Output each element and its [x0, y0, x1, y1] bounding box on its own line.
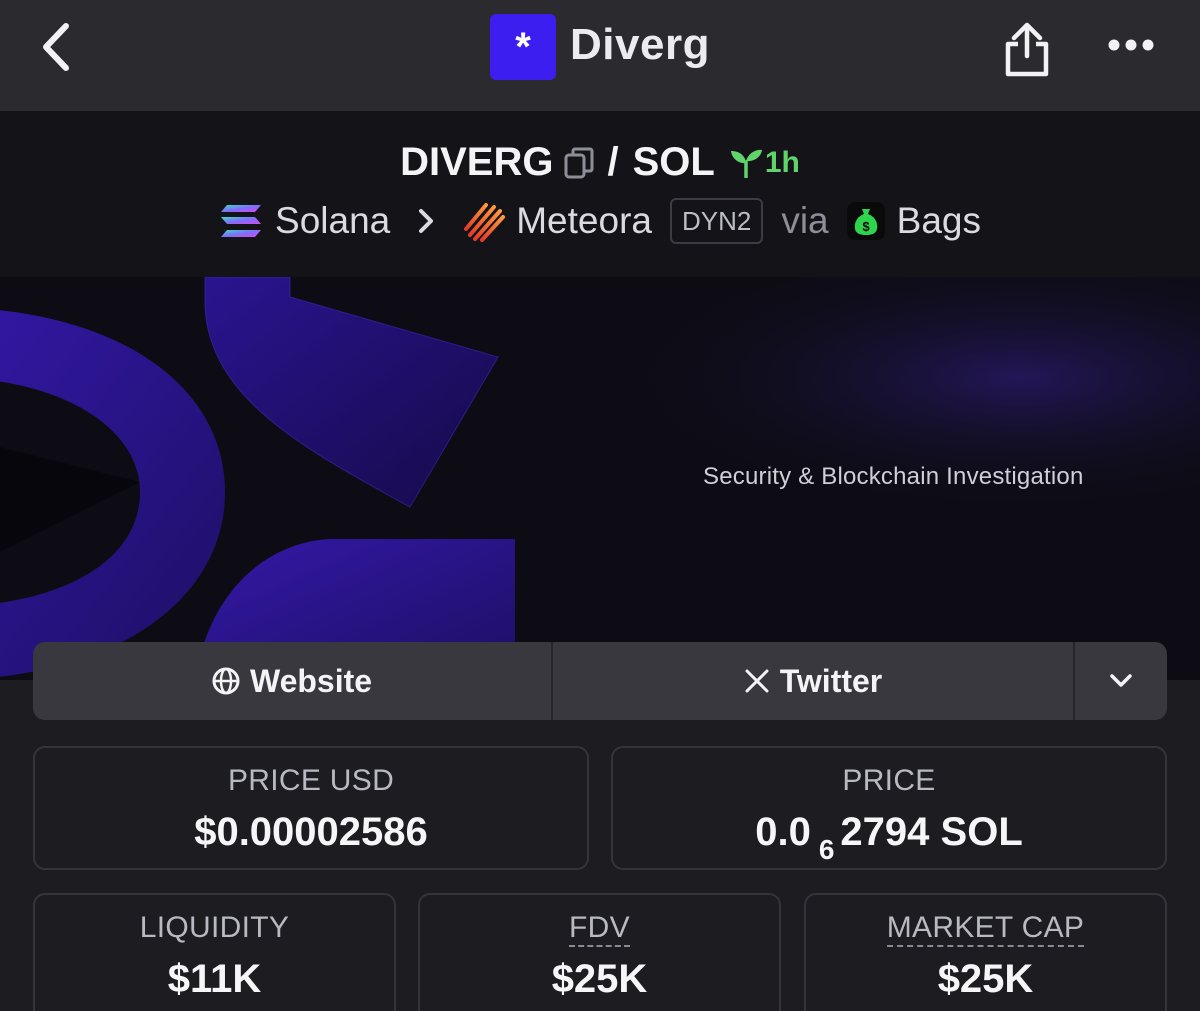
market-cap-value: $25K [937, 957, 1034, 1001]
bags-icon: $ [846, 202, 885, 240]
svg-text:$: $ [862, 219, 870, 234]
price-native-zero-count: 6 [818, 834, 835, 865]
pair-age: 1h [729, 146, 800, 180]
chevron-right-icon [419, 209, 434, 233]
liquidity-label: LIQUIDITY [139, 911, 290, 944]
meteora-icon [464, 203, 506, 242]
quote-token-symbol: SOL [632, 140, 715, 184]
fdv-card: FDV $25K [418, 893, 781, 1011]
chevron-down-icon [1110, 674, 1132, 687]
pair-separator: / [607, 140, 619, 184]
share-button[interactable] [1000, 18, 1054, 80]
liquidity-value: $11K [167, 957, 262, 1001]
fdv-label[interactable]: FDV [569, 911, 630, 947]
fdv-value: $25K [551, 957, 648, 1001]
more-horizontal-icon [1108, 39, 1154, 51]
share-icon [1005, 22, 1049, 77]
market-cap-card: MARKET CAP $25K [804, 893, 1167, 1011]
social-links-bar: Website Twitter [33, 642, 1167, 720]
copy-icon[interactable] [563, 146, 595, 180]
price-usd-label: PRICE USD [227, 764, 395, 797]
chain-name[interactable]: Solana [275, 200, 390, 242]
base-token-symbol: DIVERG [400, 140, 554, 184]
back-button[interactable] [30, 22, 80, 72]
sprout-icon [730, 149, 762, 178]
more-options-button[interactable] [1104, 30, 1160, 60]
website-link-label: Website [249, 662, 373, 699]
top-app-bar: * Diverg [0, 0, 1200, 111]
price-usd-card: PRICE USD $0.00002586 [33, 746, 589, 870]
liquidity-card: LIQUIDITY $11K [33, 893, 396, 1011]
app-title: Diverg [570, 20, 710, 69]
logo-asterisk-icon: * [515, 25, 531, 69]
price-native-digits: 2794 SOL [840, 810, 1023, 854]
market-cap-label[interactable]: MARKET CAP [886, 911, 1085, 947]
pair-title: DIVERG / SOL 1h [0, 140, 1200, 185]
launchpad-name[interactable]: Bags [897, 200, 981, 242]
price-native-value: 0.0 6 2794 SOL [613, 810, 1165, 865]
price-native-label: PRICE [842, 764, 936, 797]
pair-header [0, 111, 1200, 277]
globe-icon [212, 667, 240, 695]
website-link-button[interactable]: Website [33, 642, 553, 720]
app-logo: * [490, 14, 556, 80]
more-links-button[interactable] [1075, 642, 1167, 720]
dex-name[interactable]: Meteora [516, 200, 652, 242]
twitter-link-label: Twitter [779, 662, 883, 699]
dex-version-badge: DYN2 [669, 198, 764, 244]
token-banner: Security & Blockchain Investigation [0, 277, 1200, 680]
price-native-prefix: 0.0 [755, 810, 811, 854]
price-usd-value: $0.00002586 [194, 810, 428, 854]
chevron-left-icon [43, 23, 69, 71]
banner-tagline: Security & Blockchain Investigation [703, 463, 1084, 490]
via-label: via [781, 200, 829, 241]
solana-icon [221, 205, 262, 237]
x-icon [745, 669, 769, 693]
twitter-link-button[interactable]: Twitter [553, 642, 1075, 720]
pair-age-text: 1h [764, 145, 800, 179]
pair-route: Solana Meteora DYN2 via $ Bags [0, 198, 1200, 244]
price-native-card: PRICE 0.0 6 2794 SOL [611, 746, 1167, 870]
